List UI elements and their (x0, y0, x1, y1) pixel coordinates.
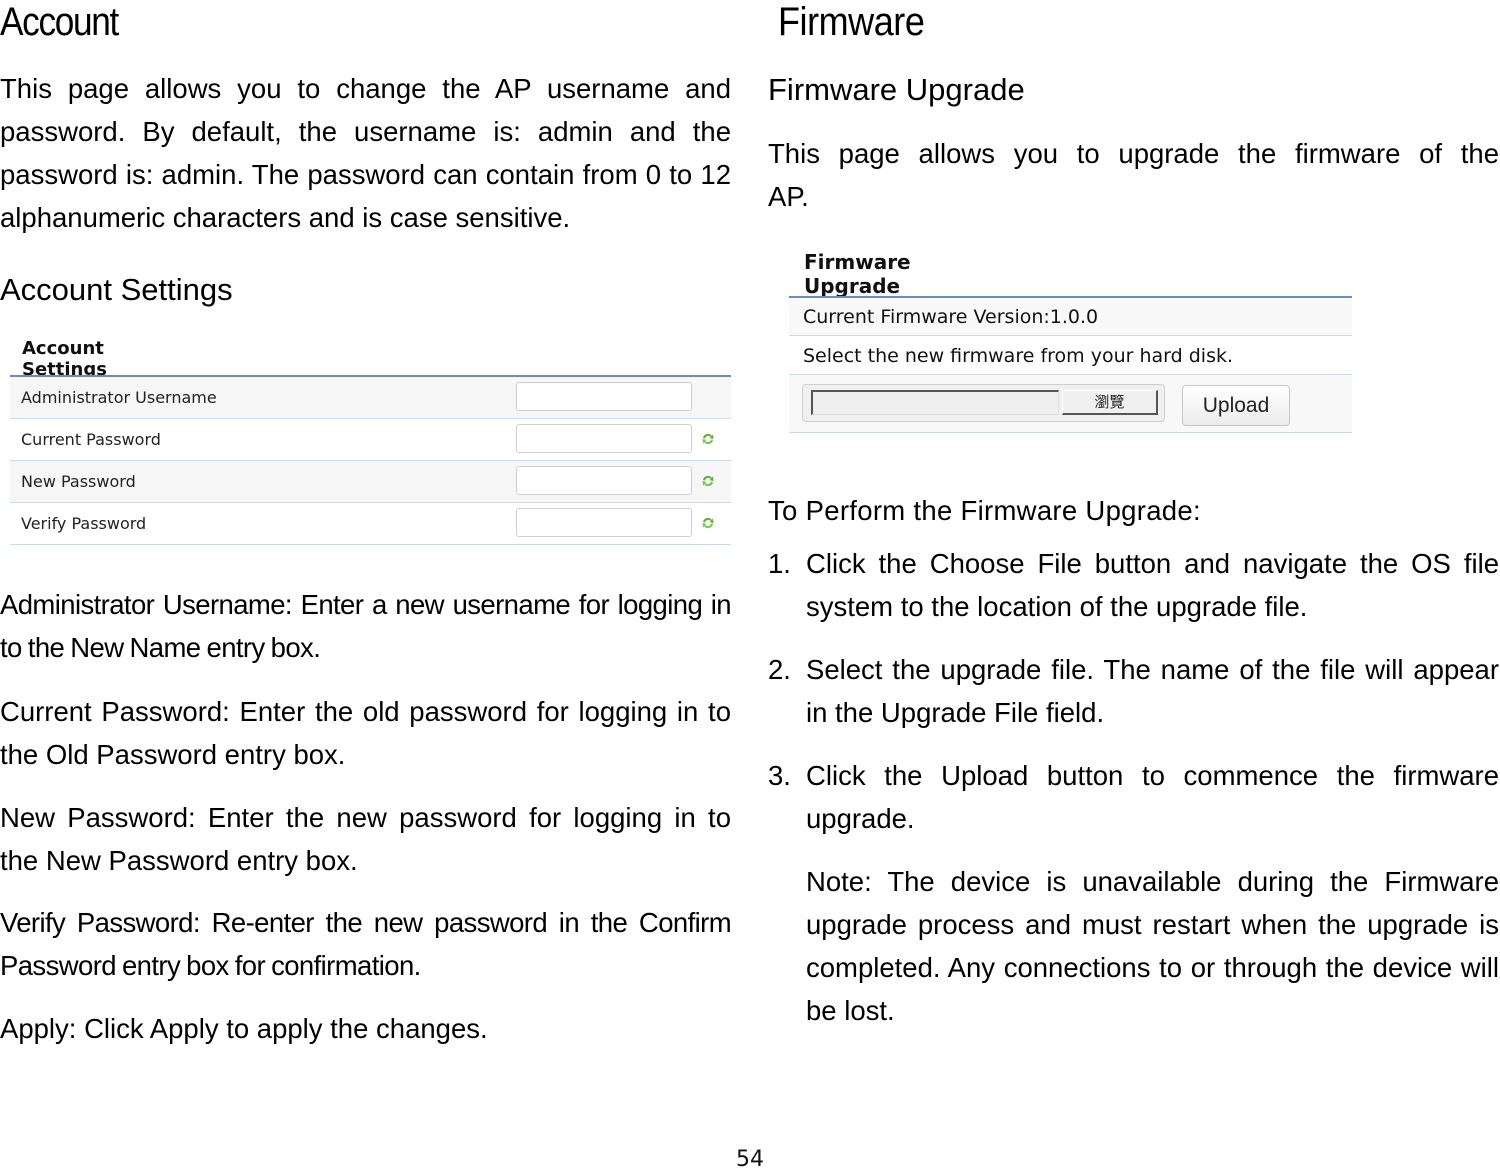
desc-new-password: New Password: Enter the new password for… (0, 802, 731, 876)
desc-verify-password: Verify Password: Re-enter the new passwo… (0, 907, 732, 981)
step-text: Click the Upload button to commence the … (806, 760, 1499, 834)
upload-button[interactable]: Upload (1182, 385, 1290, 426)
refresh-icon[interactable] (701, 474, 715, 488)
desc-apply: Apply: Click Apply to apply the changes. (0, 1013, 488, 1044)
firmware-upgrade-table: Current Firmware Version:1.0.0 Select th… (789, 296, 1352, 433)
settings-row-verify-password: Verify Password (10, 503, 731, 545)
steps-heading: To Perform the Firmware Upgrade: (768, 495, 1201, 526)
firmware-note: Note: The device is unavailable during t… (806, 866, 1499, 1026)
settings-row-admin-username: Administrator Username (10, 377, 731, 419)
firmware-upgrade-panel-title: Firmware Upgrade (804, 250, 911, 298)
current-firmware-version: Current Firmware Version:1.0.0 (803, 306, 1099, 328)
account-intro: This page allows you to change the AP us… (0, 73, 731, 233)
settings-row-new-password: New Password (10, 461, 731, 503)
account-settings-subheading: Account Settings (0, 272, 233, 307)
firmware-intro: This page allows you to upgrade the firm… (768, 138, 1499, 212)
file-path-input[interactable] (811, 390, 1059, 415)
account-settings-table: Administrator Username Current Password … (10, 375, 731, 545)
step-number: 1. (768, 548, 791, 579)
refresh-icon[interactable] (701, 516, 715, 530)
firmware-upgrade-subheading: Firmware Upgrade (768, 72, 1025, 107)
step-number: 2. (768, 654, 791, 685)
verify-password-label: Verify Password (21, 514, 147, 533)
browse-button[interactable]: 瀏覽 (1062, 390, 1158, 415)
instruction-row: Select the new firmware from your hard d… (789, 336, 1352, 375)
admin-username-label: Administrator Username (21, 388, 217, 407)
admin-username-input[interactable] (516, 382, 692, 411)
new-password-label: New Password (21, 472, 136, 491)
account-settings-panel-title: Account Settings (22, 338, 107, 380)
step-1: 1. Click the Choose File button and navi… (768, 542, 1499, 632)
firmware-instruction: Select the new firmware from your hard d… (803, 345, 1234, 367)
step-number: 3. (768, 760, 791, 791)
current-password-input[interactable] (516, 424, 692, 453)
step-text: Select the upgrade file. The name of the… (806, 654, 1499, 728)
desc-current-password: Current Password: Enter the old password… (0, 696, 731, 770)
refresh-icon[interactable] (701, 432, 715, 446)
step-2: 2. Select the upgrade file. The name of … (768, 648, 1499, 738)
current-version-row: Current Firmware Version:1.0.0 (789, 298, 1352, 336)
desc-admin-username: Administrator Username: Enter a new user… (0, 589, 732, 663)
verify-password-input[interactable] (516, 508, 692, 537)
settings-row-current-password: Current Password (10, 419, 731, 461)
account-heading: Account (0, 0, 119, 44)
page-number: 54 (736, 1147, 764, 1172)
file-chooser: 瀏覽 (802, 384, 1165, 422)
file-select-row: 瀏覽 Upload (789, 375, 1352, 433)
current-password-label: Current Password (21, 430, 161, 449)
firmware-heading: Firmware (778, 0, 925, 44)
new-password-input[interactable] (516, 466, 692, 495)
step-3: 3. Click the Upload button to commence t… (768, 754, 1499, 844)
step-text: Click the Choose File button and navigat… (806, 548, 1499, 622)
